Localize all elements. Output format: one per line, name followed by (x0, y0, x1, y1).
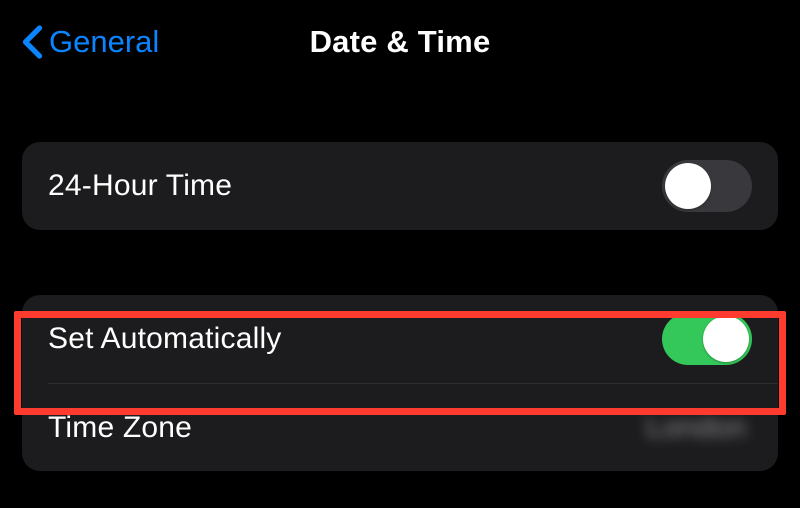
toggle-knob (665, 163, 711, 209)
row-value: London (646, 411, 752, 445)
page-title: Date & Time (310, 24, 491, 60)
row-label: 24-Hour Time (48, 169, 232, 203)
back-button[interactable]: General (22, 24, 159, 60)
row-set-automatically: Set Automatically (22, 295, 778, 383)
settings-group-1: 24-Hour Time (22, 142, 778, 230)
chevron-left-icon (22, 24, 43, 60)
settings-group-2: Set Automatically Time Zone London (22, 295, 778, 471)
row-24-hour-time: 24-Hour Time (22, 142, 778, 230)
toggle-set-automatically[interactable] (662, 313, 752, 365)
toggle-24-hour-time[interactable] (662, 160, 752, 212)
row-label: Set Automatically (48, 322, 282, 356)
back-label: General (49, 24, 159, 60)
row-time-zone[interactable]: Time Zone London (48, 383, 778, 471)
row-label: Time Zone (48, 411, 192, 445)
toggle-knob (703, 316, 749, 362)
